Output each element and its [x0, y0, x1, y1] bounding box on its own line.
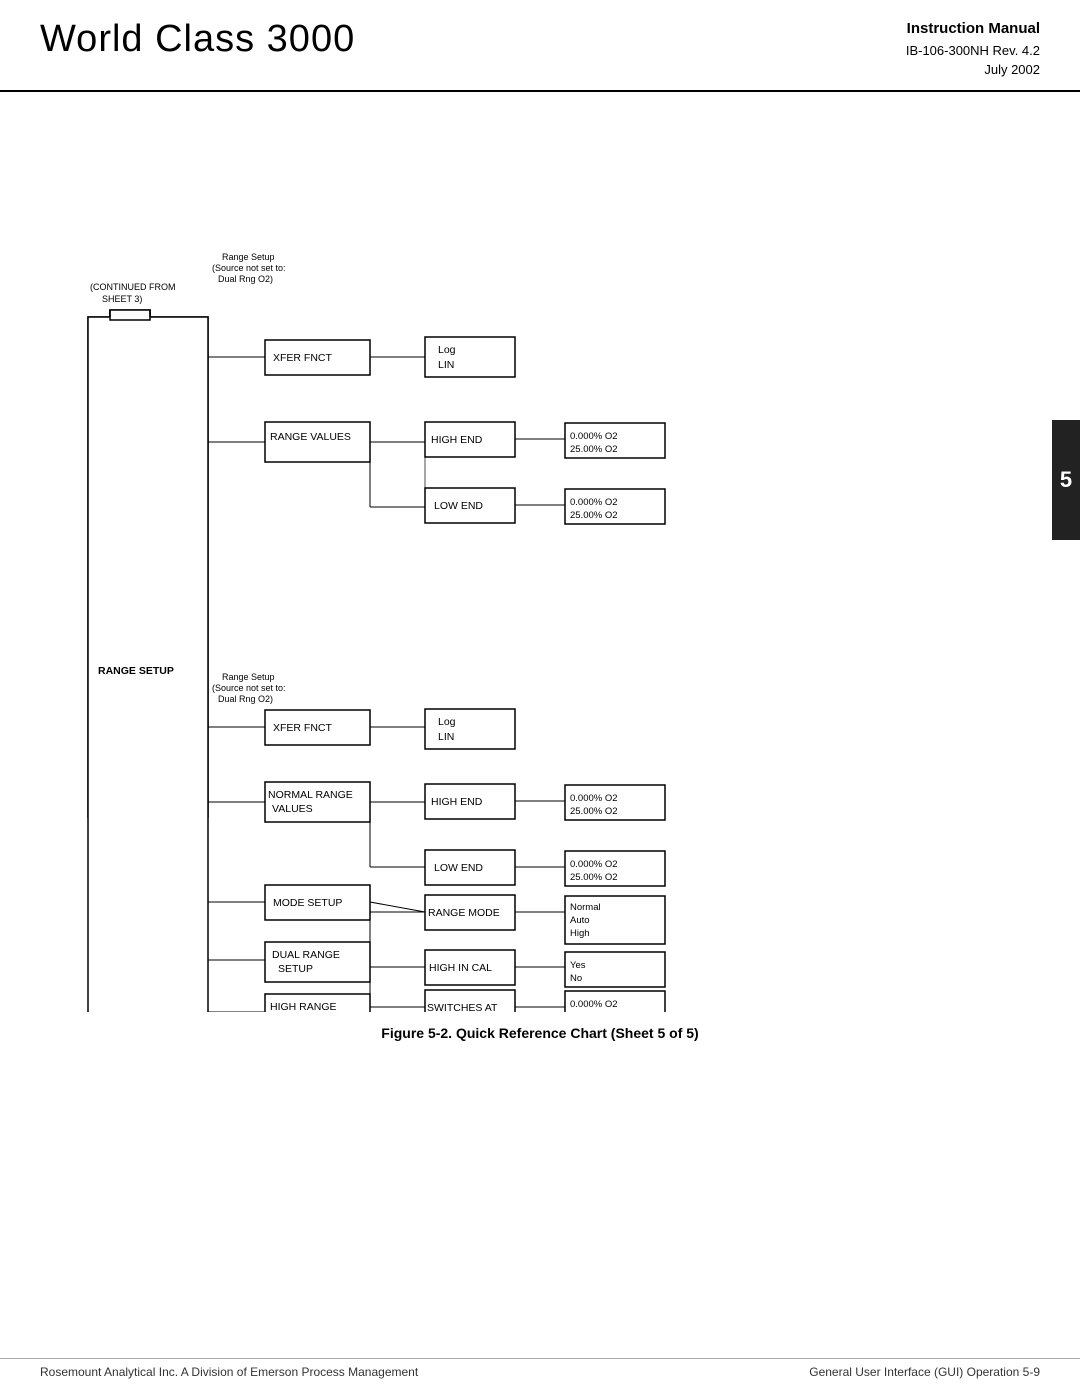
- high-end-2-label: HIGH END: [431, 796, 483, 808]
- manual-title: Instruction Manual: [906, 18, 1040, 41]
- footer-right: General User Interface (GUI) Operation 5…: [809, 1365, 1040, 1379]
- range-mode-val-high: High: [570, 928, 590, 939]
- figure-caption: Figure 5-2. Quick Reference Chart (Sheet…: [60, 1025, 1020, 1041]
- main-content: text { font-family: Arial, Helvetica, sa…: [0, 92, 1080, 1061]
- document-title: World Class 3000: [40, 18, 355, 61]
- footer-left: Rosemount Analytical Inc. A Division of …: [40, 1365, 418, 1379]
- high-in-cal-val-no: No: [570, 973, 582, 984]
- xfer-fnct-1: XFER FNCT: [273, 352, 333, 364]
- high-end-val-2-line1: 0.000% O2: [570, 793, 618, 804]
- range-setup-note1-line3: Dual Rng O2): [218, 274, 273, 284]
- high-in-cal-val-yes: Yes: [570, 960, 586, 971]
- page-header: World Class 3000 Instruction Manual IB-1…: [0, 0, 1080, 92]
- range-mode-val-auto: Auto: [570, 915, 590, 926]
- log-lin-2-lin: LIN: [438, 731, 454, 743]
- range-setup-note2-line2: (Source not set to:: [212, 683, 286, 693]
- low-end-val-2-line1: 0.000% O2: [570, 859, 618, 870]
- range-values-label: RANGE VALUES: [270, 431, 351, 443]
- range-mode-label: RANGE MODE: [428, 907, 500, 919]
- mode-setup-label: MODE SETUP: [273, 897, 342, 909]
- low-end-2-label: LOW END: [434, 862, 483, 874]
- doc-date: July 2002: [906, 60, 1040, 80]
- log-lin-1-log: Log: [438, 344, 456, 356]
- xfer-fnct-2: XFER FNCT: [273, 722, 333, 734]
- log-lin-2-log: Log: [438, 716, 456, 728]
- low-end-1-label: LOW END: [434, 500, 483, 512]
- switches-at-label: SWITCHES AT: [427, 1002, 498, 1012]
- header-right: Instruction Manual IB-106-300NH Rev. 4.2…: [906, 18, 1040, 80]
- high-in-cal-label: HIGH IN CAL: [429, 962, 492, 974]
- low-end-val-2-line2: 25.00% O2: [570, 872, 618, 883]
- high-end-val-2-line2: 25.00% O2: [570, 806, 618, 817]
- range-setup-note2-line3: Dual Rng O2): [218, 694, 273, 704]
- continued-from-sheet: SHEET 3): [102, 294, 142, 304]
- range-setup-label-2: RANGE SETUP: [98, 665, 174, 677]
- log-lin-1-lin: LIN: [438, 359, 454, 371]
- dual-range-setup-2: SETUP: [278, 963, 313, 975]
- range-setup-note1-line2: (Source not set to:: [212, 263, 286, 273]
- high-end-val-1-line1: 0.000% O2: [570, 431, 618, 442]
- range-setup-note1-line1: Range Setup: [222, 252, 275, 262]
- doc-number: IB-106-300NH Rev. 4.2: [906, 41, 1040, 61]
- range-setup-note2-line1: Range Setup: [222, 672, 275, 682]
- high-end-val-1-line2: 25.00% O2: [570, 444, 618, 455]
- range-mode-val-normal: Normal: [570, 902, 601, 913]
- low-end-val-1-line2: 25.00% O2: [570, 510, 618, 521]
- high-end-1-label: HIGH END: [431, 434, 483, 446]
- normal-range-values-1: NORMAL RANGE: [268, 789, 353, 801]
- switches-at-val-1: 0.000% O2: [570, 999, 618, 1010]
- dual-range-setup-1: DUAL RANGE: [272, 949, 340, 961]
- low-end-val-1-line1: 0.000% O2: [570, 497, 618, 508]
- high-range-values-1: HIGH RANGE: [270, 1001, 337, 1012]
- page-footer: Rosemount Analytical Inc. A Division of …: [0, 1358, 1080, 1379]
- diagram-container: text { font-family: Arial, Helvetica, sa…: [60, 112, 1020, 1041]
- normal-range-values-2: VALUES: [272, 803, 313, 815]
- flowchart-diagram: text { font-family: Arial, Helvetica, sa…: [60, 112, 1020, 1012]
- continued-from-text: (CONTINUED FROM: [90, 282, 176, 292]
